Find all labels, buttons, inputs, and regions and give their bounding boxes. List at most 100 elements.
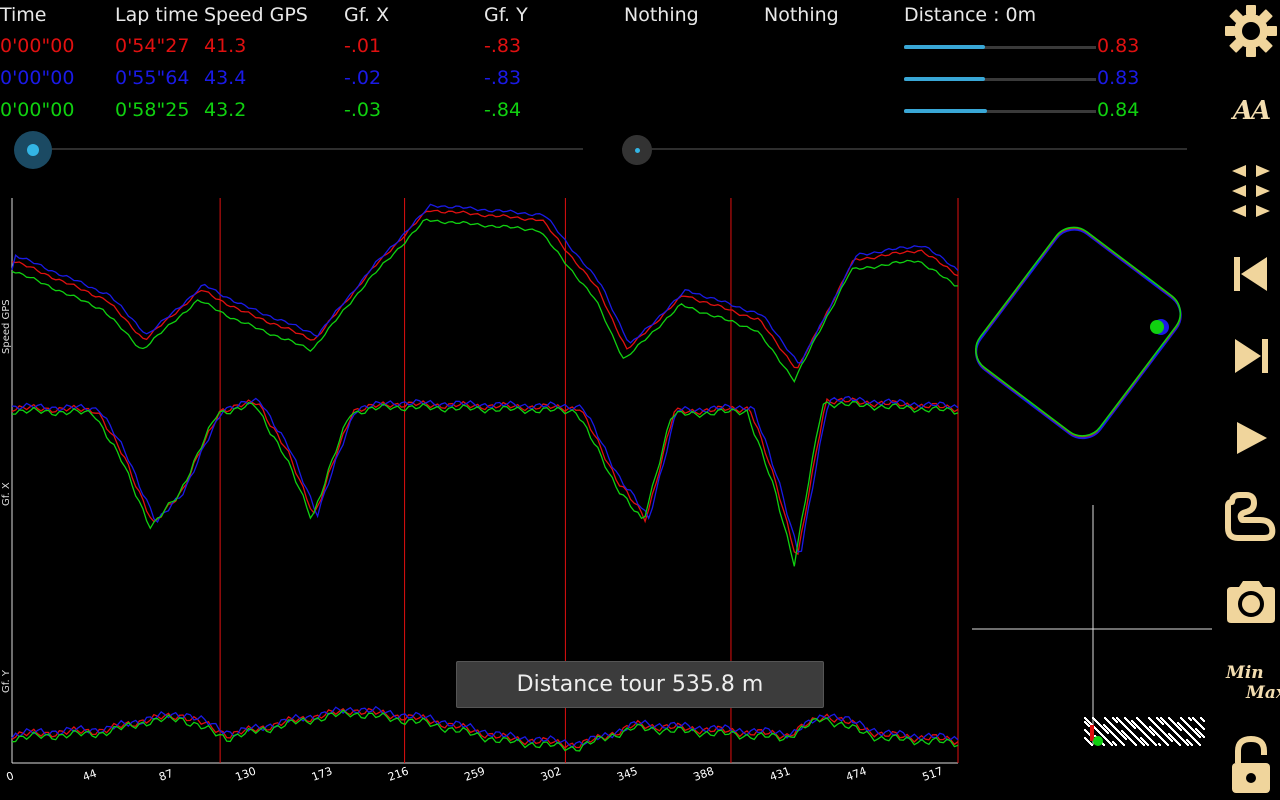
distance-value-2: 0.83 bbox=[1097, 67, 1140, 89]
x-tick-label: 44 bbox=[81, 767, 99, 784]
distance-value-1: 0.83 bbox=[1097, 35, 1140, 57]
track-button[interactable] bbox=[1222, 486, 1280, 548]
time-slider-thumb[interactable] bbox=[14, 131, 52, 169]
gforce-point bbox=[1153, 734, 1155, 736]
settings-button[interactable] bbox=[1222, 0, 1280, 62]
x-tick-label: 517 bbox=[921, 764, 945, 783]
zoom-slider-thumb[interactable] bbox=[622, 135, 652, 165]
gforce-point bbox=[1199, 744, 1201, 746]
distance-value-3: 0.84 bbox=[1097, 99, 1140, 121]
lap-1-speed: 41.3 bbox=[204, 35, 247, 57]
gforce-point bbox=[1199, 736, 1201, 738]
distance-bar-3 bbox=[904, 109, 1096, 113]
time-slider-track[interactable] bbox=[20, 148, 583, 150]
x-tick-label: 388 bbox=[692, 764, 716, 783]
layout-button[interactable] bbox=[1222, 160, 1280, 222]
x-tick-label: 474 bbox=[844, 764, 868, 783]
trace-gfx-lap-3 bbox=[12, 401, 959, 567]
skip-forward-icon bbox=[1235, 339, 1268, 373]
lap-3-gfx: -.03 bbox=[344, 99, 382, 121]
distance-bar-1 bbox=[904, 45, 1096, 49]
x-tick-label: 0 bbox=[5, 769, 16, 784]
x-tick-label: 259 bbox=[463, 764, 487, 783]
lock-icon bbox=[1232, 735, 1270, 793]
trace-gfx-lap-1 bbox=[11, 397, 959, 556]
gforce-point bbox=[1203, 728, 1205, 730]
x-tick-label: 216 bbox=[386, 764, 410, 783]
lap-2-gfy: -.83 bbox=[484, 67, 522, 89]
font-size-icon: AA bbox=[1232, 96, 1271, 126]
distance-bar-2 bbox=[904, 77, 1096, 81]
x-tick-label: 130 bbox=[234, 764, 258, 783]
gforce-point bbox=[1179, 744, 1181, 746]
y-label-gfy: Gf. Y bbox=[1, 669, 12, 693]
distance-bar-fill-3 bbox=[904, 109, 987, 113]
track-map[interactable] bbox=[975, 205, 1215, 465]
header-col-gfy: Gf. Y bbox=[484, 4, 528, 26]
gforce-point bbox=[1155, 744, 1157, 746]
x-tick-label: 345 bbox=[615, 764, 639, 783]
lap-1-time: 0'00"00 bbox=[0, 35, 75, 57]
previous-lap-button[interactable] bbox=[1222, 243, 1280, 305]
next-lap-button[interactable] bbox=[1222, 325, 1280, 387]
gforce-point bbox=[1116, 721, 1118, 723]
x-tick-label: 302 bbox=[539, 764, 563, 783]
header-col-gfx: Gf. X bbox=[344, 4, 390, 26]
gforce-point bbox=[1103, 744, 1105, 746]
gforce-point bbox=[1143, 744, 1145, 746]
gforce-current-red bbox=[1090, 725, 1094, 741]
max-label: Max bbox=[1246, 683, 1280, 703]
header-col-speed: Speed GPS bbox=[204, 4, 308, 26]
position-marker-green bbox=[1150, 320, 1164, 334]
lap-3-gfy: -.84 bbox=[484, 99, 522, 121]
header-col-laptime: Lap time bbox=[115, 4, 199, 26]
lock-button[interactable] bbox=[1222, 735, 1280, 797]
min-max-button[interactable]: Min Max bbox=[1222, 652, 1280, 714]
gforce-point bbox=[1123, 744, 1125, 746]
x-tick-label: 173 bbox=[310, 764, 334, 783]
gforce-point bbox=[1203, 736, 1205, 738]
track-icon bbox=[1225, 492, 1276, 541]
gforce-point bbox=[1135, 744, 1137, 746]
gforce-point bbox=[1107, 732, 1109, 734]
gforce-point bbox=[1111, 744, 1113, 746]
lap-2-lap-time: 0'55"64 bbox=[115, 67, 190, 89]
lap-2-speed: 43.4 bbox=[204, 67, 247, 89]
layout-icon bbox=[1232, 165, 1270, 217]
gforce-point bbox=[1171, 740, 1173, 742]
min-label: Min bbox=[1226, 663, 1264, 683]
camera-button[interactable] bbox=[1222, 570, 1280, 632]
distance-toast: Distance tour 535.8 m bbox=[456, 661, 824, 708]
gforce-point bbox=[1191, 744, 1193, 746]
gforce-point bbox=[1162, 723, 1164, 725]
gforce-point bbox=[1091, 744, 1093, 746]
gforce-current-marker bbox=[1093, 736, 1103, 746]
lap-3-speed: 43.2 bbox=[204, 99, 247, 121]
zoom-slider-track[interactable] bbox=[622, 148, 1187, 150]
header-col-nothing-1: Nothing bbox=[624, 4, 699, 26]
play-icon bbox=[1237, 422, 1267, 454]
distance-bar-fill-1 bbox=[904, 45, 985, 49]
header-col-time: Time bbox=[0, 4, 47, 26]
trace-speed-lap-1 bbox=[11, 209, 959, 369]
lap-1-lap-time: 0'54"27 bbox=[115, 35, 190, 57]
trace-speed-lap-3 bbox=[11, 218, 958, 383]
y-label-speed: Speed GPS bbox=[1, 299, 12, 354]
y-label-gfx: Gf. X bbox=[1, 482, 12, 506]
gforce-point bbox=[1187, 744, 1189, 746]
lap-3-time: 0'00"00 bbox=[0, 99, 75, 121]
gforce-point bbox=[1203, 720, 1205, 722]
settings-icon bbox=[1225, 5, 1277, 57]
play-button[interactable] bbox=[1222, 407, 1280, 469]
font-size-button[interactable]: AA bbox=[1222, 80, 1280, 142]
lap-1-gfy: -.83 bbox=[484, 35, 522, 57]
lap-2-time: 0'00"00 bbox=[0, 67, 75, 89]
lap-2-gfx: -.02 bbox=[344, 67, 382, 89]
gforce-point bbox=[1180, 729, 1182, 731]
gforce-point bbox=[1134, 727, 1136, 729]
gforce-point bbox=[1167, 744, 1169, 746]
x-tick-label: 431 bbox=[768, 764, 792, 783]
gforce-point bbox=[1190, 719, 1192, 721]
distance-bar-fill-2 bbox=[904, 77, 985, 81]
gforce-point bbox=[1147, 744, 1149, 746]
